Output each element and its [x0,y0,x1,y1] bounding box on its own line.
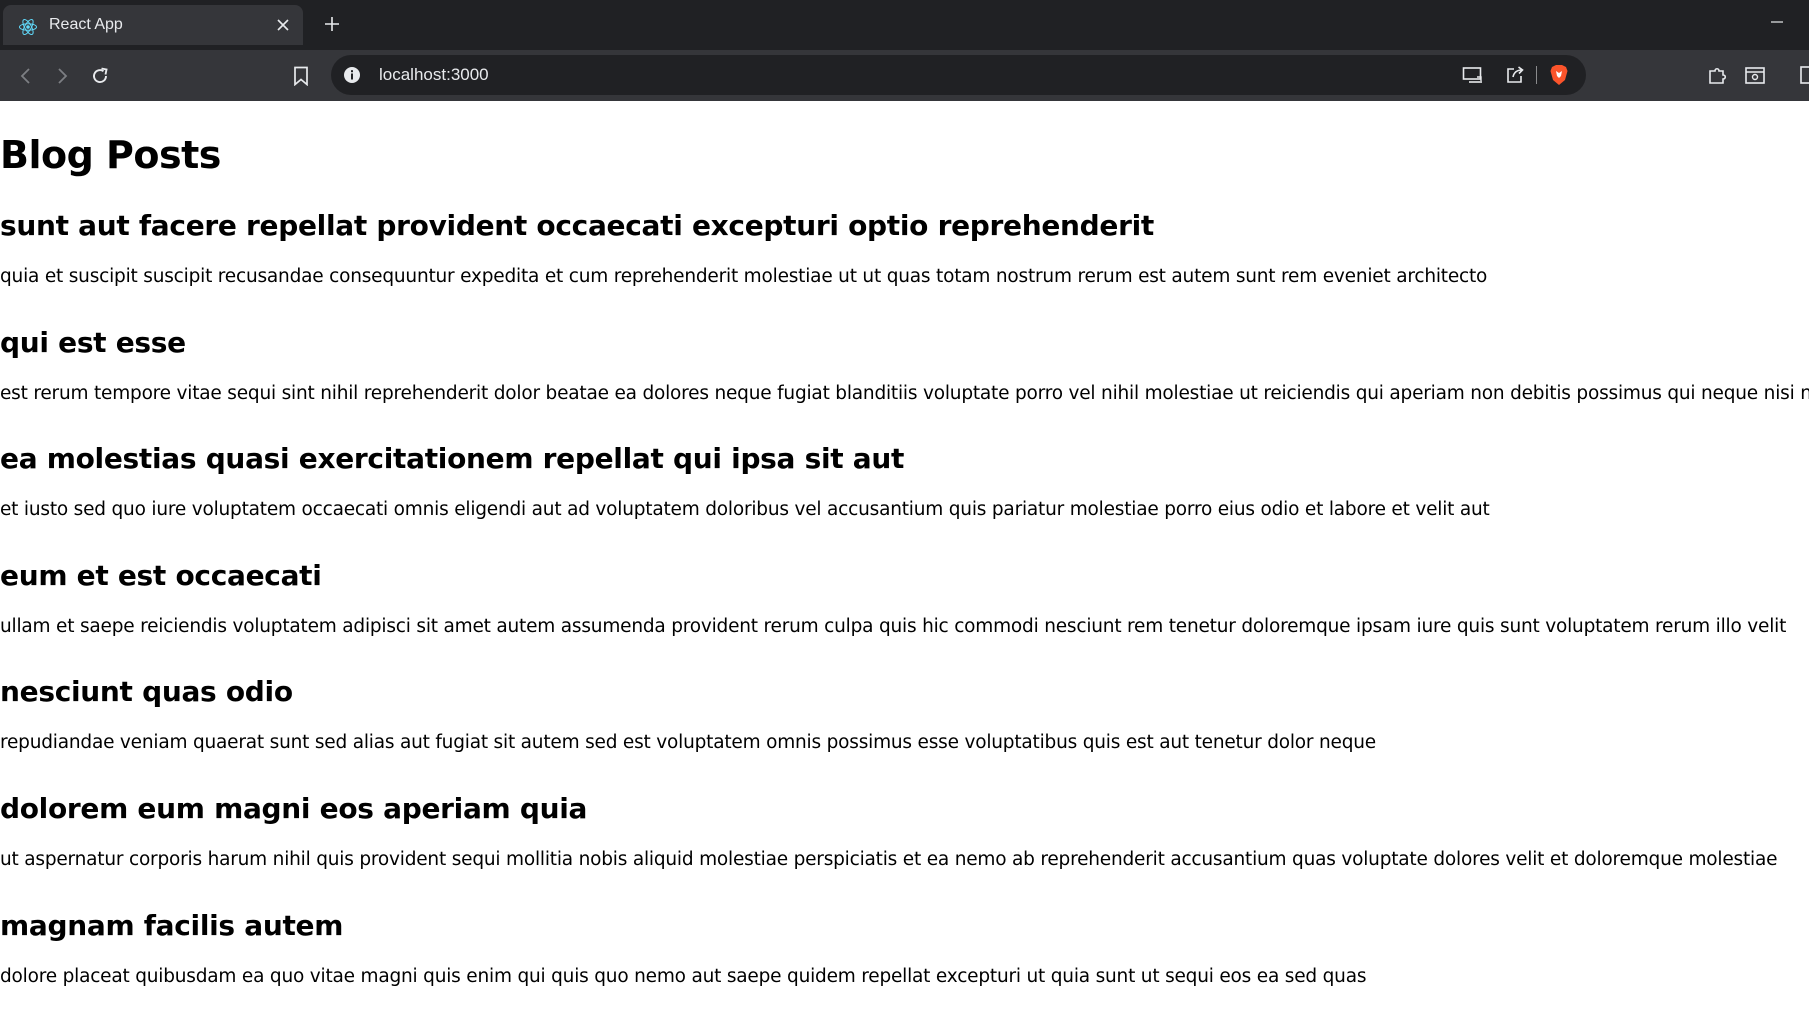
browser-tab[interactable]: React App [3,5,303,45]
wallet-icon[interactable] [1743,63,1767,87]
post-item: eum et est occaecati ullam et saepe reic… [0,559,1809,676]
post-title: magnam facilis autem [0,908,344,942]
post-body: ullam et saepe reiciendis voluptatem adi… [0,615,1787,637]
browser-toolbar: localhost:3000 [0,50,1809,101]
post-body: repudiandae veniam quaerat sunt sed alia… [0,732,1376,754]
tab-strip: React App [0,0,1809,50]
post-item: qui est esse est rerum tempore vitae seq… [0,326,1809,443]
post-title: ea molestias quasi exercitationem repell… [0,442,905,476]
post-body: et iusto sed quo iure voluptatem occaeca… [0,499,1490,521]
post-title: dolorem eum magni eos aperiam quia [0,791,588,825]
reload-icon[interactable] [86,62,114,90]
address-bar[interactable]: localhost:3000 [331,55,1586,95]
post-title: nesciunt quas odio [0,675,293,709]
cast-icon[interactable] [1462,64,1484,86]
forward-arrow-icon[interactable] [48,62,76,90]
new-tab-icon[interactable] [321,13,343,35]
post-title: eum et est occaecati [0,558,322,592]
brave-shields-icon[interactable] [1548,64,1570,86]
tab-title: React App [49,16,123,33]
post-body: dolore placeat quibusdam ea quo vitae ma… [0,965,1367,987]
post-body: ut aspernatur corporis harum nihil quis … [0,848,1778,870]
post-title: sunt aut facere repellat provident occae… [0,209,1154,242]
page-content: Blog Posts sunt aut facere repellat prov… [0,101,1809,1012]
extensions-puzzle-icon[interactable] [1706,63,1730,87]
post-list: sunt aut facere repellat provident occae… [0,209,1809,1012]
url-text[interactable]: localhost:3000 [379,65,489,85]
post-item: dolorem eum magni eos aperiam quia ut as… [0,792,1809,909]
site-info-icon[interactable] [343,66,361,84]
post-item: sunt aut facere repellat provident occae… [0,209,1809,326]
back-arrow-icon[interactable] [12,62,40,90]
bookmark-icon[interactable] [287,62,315,90]
post-body: quia et suscipit suscipit recusandae con… [0,266,1488,287]
post-body: est rerum tempore vitae sequi sint nihil… [0,382,1809,404]
sidebar-icon[interactable] [1795,63,1809,87]
minimize-window-icon[interactable] [1767,12,1787,32]
post-item: nesciunt quas odio repudiandae veniam qu… [0,675,1809,792]
page-title: Blog Posts [0,133,221,177]
close-tab-icon[interactable] [273,15,293,35]
post-title: qui est esse [0,325,186,359]
react-logo-icon [18,17,38,37]
browser-chrome: React App localhost:3000 [0,0,1809,101]
post-item: ea molestias quasi exercitationem repell… [0,442,1809,559]
share-icon[interactable] [1504,64,1526,86]
post-item: magnam facilis autem dolore placeat quib… [0,909,1809,1012]
address-bar-divider [1536,66,1537,84]
